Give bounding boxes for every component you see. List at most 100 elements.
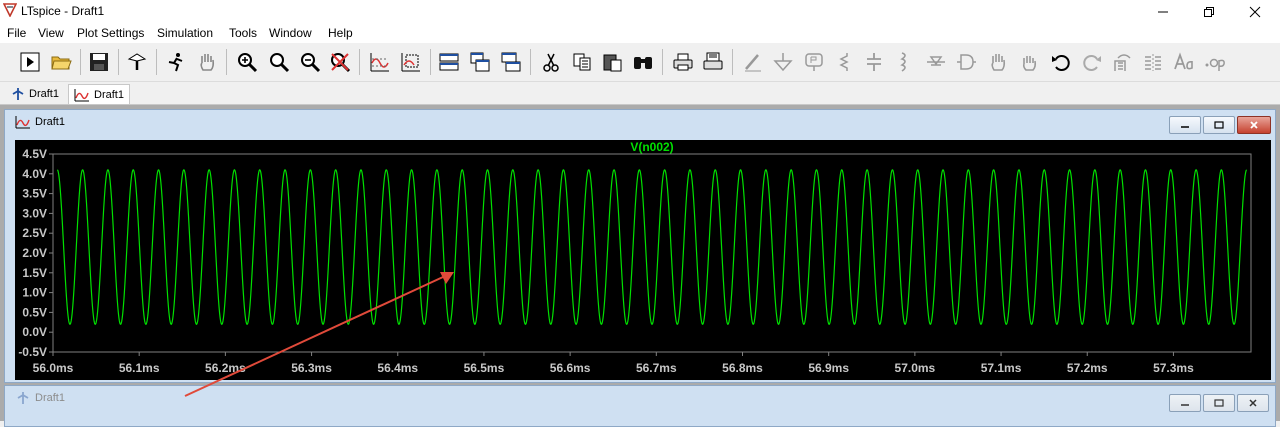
copy-button[interactable]: [569, 49, 595, 75]
menu-view[interactable]: View: [38, 26, 64, 40]
child-close-button[interactable]: [1237, 116, 1271, 134]
child-maximize-button[interactable]: [1203, 116, 1235, 134]
cut-button[interactable]: [538, 49, 564, 75]
restore-button[interactable]: [1186, 0, 1232, 23]
zoom-in-button[interactable]: [234, 49, 260, 75]
plot-pane[interactable]: 4.5V 4.0V 3.5V 3.0V 2.5V 2.0V 1.5V 1.0V 0.5V 0.0V…: [15, 140, 1271, 380]
menu-window[interactable]: Window: [269, 26, 312, 40]
menu-bar: File View Plot Settings Simulation Tools…: [0, 23, 1280, 43]
undo-button[interactable]: [1048, 49, 1074, 75]
menu-help[interactable]: Help: [328, 26, 353, 40]
close-button[interactable]: [1232, 0, 1278, 23]
maximize-icon: [1214, 399, 1224, 407]
mirror-icon: [1145, 54, 1161, 71]
zoom-cancel-button[interactable]: [327, 49, 353, 75]
label-button[interactable]: [801, 49, 827, 75]
paste-button[interactable]: [599, 49, 625, 75]
x-tick-label: 56.6ms: [550, 361, 591, 375]
run-man-button[interactable]: [163, 49, 189, 75]
toolbar-separator: [80, 49, 81, 75]
text-button[interactable]: [1171, 49, 1197, 75]
zoom-in-icon: [238, 53, 258, 73]
redo-button[interactable]: [1079, 49, 1105, 75]
tile-vertical-button[interactable]: [498, 49, 524, 75]
inductor-button[interactable]: [891, 49, 917, 75]
autorange-button[interactable]: [367, 49, 393, 75]
tile-horizontal-button[interactable]: [436, 49, 462, 75]
zoom-area-button[interactable]: [266, 49, 292, 75]
resistor-button[interactable]: [831, 49, 857, 75]
minimize-icon: [1158, 11, 1168, 12]
x-tick-label: 57.3ms: [1153, 361, 1194, 375]
tab-waveform-draft1[interactable]: Draft1: [68, 84, 130, 104]
wire-button[interactable]: [740, 49, 766, 75]
waveform-chart[interactable]: 4.5V 4.0V 3.5V 3.0V 2.5V 2.0V 1.5V 1.0V 0.5V 0.0V…: [15, 140, 1271, 380]
toolbar-separator: [156, 49, 157, 75]
plot-settings-icon: [401, 53, 420, 72]
control-panel-icon: [127, 53, 147, 70]
wire-icon: [745, 54, 761, 72]
x-tick-label: 56.0ms: [33, 361, 74, 375]
ground-button[interactable]: [770, 49, 796, 75]
cut-icon: [543, 53, 559, 72]
y-tick-label: 3.5V: [22, 187, 47, 201]
close-icon: [1249, 6, 1261, 17]
toolbar-separator: [359, 49, 360, 75]
zoom-cancel-icon: [331, 53, 351, 73]
x-tick-label: 56.7ms: [636, 361, 677, 375]
child-maximize-button[interactable]: [1203, 394, 1235, 412]
drag-button[interactable]: [1016, 49, 1042, 75]
minimize-icon: [1181, 404, 1189, 406]
pan-hand-button[interactable]: [194, 49, 220, 75]
ground-icon: [773, 53, 793, 72]
child-minimize-button[interactable]: [1169, 116, 1201, 134]
save-button[interactable]: [86, 49, 112, 75]
y-tick-label: 4.0V: [22, 167, 47, 181]
undo-icon: [1052, 55, 1070, 71]
y-tick-label: 4.5V: [22, 147, 47, 161]
zoom-area-icon: [270, 53, 290, 73]
mirror-button[interactable]: [1140, 49, 1166, 75]
spice-directive-button[interactable]: [1202, 49, 1228, 75]
move-button[interactable]: [985, 49, 1011, 75]
y-tick-label: 2.5V: [22, 226, 47, 240]
toolbar-separator: [226, 49, 227, 75]
find-button[interactable]: [630, 49, 656, 75]
rotate-button[interactable]: [1110, 49, 1136, 75]
control-panel-button[interactable]: [124, 49, 150, 75]
run-icon: [20, 52, 40, 72]
child-minimize-button[interactable]: [1169, 394, 1201, 412]
print-icon: [673, 53, 693, 71]
ltspice-logo-icon: [3, 3, 17, 17]
plot-settings-button[interactable]: [398, 49, 424, 75]
waveform-icon: [74, 88, 89, 101]
child-close-button[interactable]: [1237, 394, 1269, 412]
tab-schematic-draft1[interactable]: Draft1: [6, 84, 64, 103]
schematic-icon: [17, 392, 29, 404]
open-button[interactable]: [48, 49, 74, 75]
minimize-button[interactable]: [1140, 0, 1186, 23]
print-preview-button[interactable]: [700, 49, 726, 75]
save-icon: [90, 53, 108, 71]
x-tick-label: 57.1ms: [981, 361, 1022, 375]
component-icon: [957, 54, 976, 70]
menu-simulation[interactable]: Simulation: [157, 26, 213, 40]
print-button[interactable]: [670, 49, 696, 75]
component-button[interactable]: [953, 49, 979, 75]
menu-file[interactable]: File: [7, 26, 26, 40]
trace-label: V(n002): [630, 140, 673, 154]
diode-button[interactable]: [923, 49, 949, 75]
menu-tools[interactable]: Tools: [229, 26, 257, 40]
capacitor-button[interactable]: [861, 49, 887, 75]
x-tick-label: 56.5ms: [464, 361, 505, 375]
spice-directive-icon: [1205, 58, 1225, 71]
schematic-window-title: Draft1: [35, 392, 65, 404]
cascade-button[interactable]: [467, 49, 493, 75]
zoom-out-button[interactable]: [297, 49, 323, 75]
y-tick-label: 1.5V: [22, 266, 47, 280]
document-tab-strip: Draft1 Draft1: [0, 82, 1280, 105]
redo-icon: [1083, 55, 1101, 71]
toolbar-separator: [530, 49, 531, 75]
run-button[interactable]: [17, 49, 43, 75]
menu-plot-settings[interactable]: Plot Settings: [77, 26, 144, 40]
